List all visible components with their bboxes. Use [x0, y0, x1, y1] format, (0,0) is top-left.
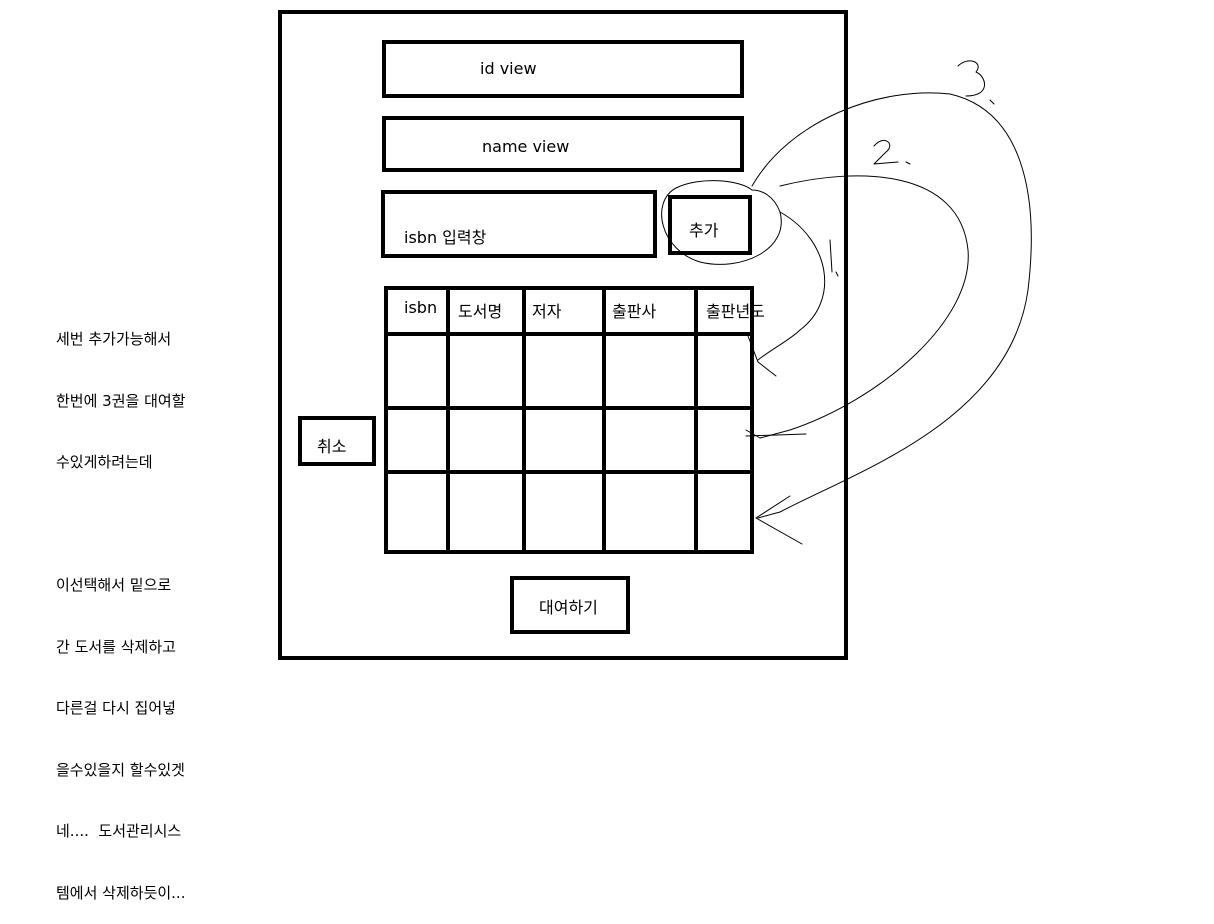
table-cell[interactable]	[450, 336, 526, 410]
table-header-publisher: 출판사	[606, 290, 698, 336]
note-line: 세번 추가가능해서	[56, 330, 172, 348]
rent-button-label: 대여하기	[539, 598, 598, 617]
arrow-2-number	[873, 140, 911, 165]
name-view-field: name view	[382, 116, 744, 172]
table-cell[interactable]	[450, 410, 526, 474]
add-button-label: 추가	[689, 221, 719, 240]
cancel-button-label: 취소	[317, 437, 347, 456]
note-line: 간 도서를 삭제하고	[56, 637, 176, 656]
table-cell[interactable]	[388, 474, 450, 550]
table-header-author: 저자	[526, 290, 606, 336]
name-view-label: name view	[482, 137, 570, 156]
note-line: 이선택해서 밑으로	[56, 576, 172, 594]
note-line: 한번에 3권을 대여할	[56, 391, 186, 410]
cancel-button[interactable]: 취소	[298, 416, 376, 466]
rent-button[interactable]: 대여하기	[510, 576, 630, 634]
note-line: 다른걸 다시 집어넣	[56, 699, 176, 717]
note-line: 을수있을지 할수있겟	[56, 760, 185, 779]
table-cell[interactable]	[606, 474, 698, 550]
handwritten-note: 세번 추가가능해서 한번에 3권을 대여할 수있게하려는데 이선택해서 밑으로 …	[56, 288, 266, 924]
isbn-input-label: isbn 입력창	[404, 228, 487, 247]
table-header-isbn: isbn	[388, 290, 450, 336]
table-cell[interactable]	[698, 474, 750, 550]
table-cell[interactable]	[526, 336, 606, 410]
table-cell[interactable]	[526, 410, 606, 474]
table-cell[interactable]	[388, 336, 450, 410]
table-cell[interactable]	[526, 474, 606, 550]
book-table: isbn 도서명 저자 출판사 출판년도	[384, 286, 765, 554]
isbn-input[interactable]: isbn 입력창	[381, 190, 657, 258]
arrow-3-number	[957, 60, 995, 105]
add-button[interactable]: 추가	[668, 195, 752, 255]
note-line	[56, 514, 266, 535]
table-cell[interactable]	[450, 474, 526, 550]
table-cell[interactable]	[606, 410, 698, 474]
table-cell[interactable]	[606, 336, 698, 410]
table-cell[interactable]	[698, 410, 750, 474]
table-cell[interactable]	[698, 336, 750, 410]
table-header-year: 출판년도	[698, 290, 765, 336]
table-cell[interactable]	[388, 410, 450, 474]
id-view-label: id view	[480, 59, 537, 78]
note-line: 템에서 삭제하듯이...	[56, 883, 186, 902]
note-line: 수있게하려는데	[56, 453, 153, 471]
note-line: 네.... 도서관리시스	[56, 822, 182, 840]
id-view-field: id view	[382, 40, 744, 98]
table-header-title: 도서명	[450, 290, 526, 336]
